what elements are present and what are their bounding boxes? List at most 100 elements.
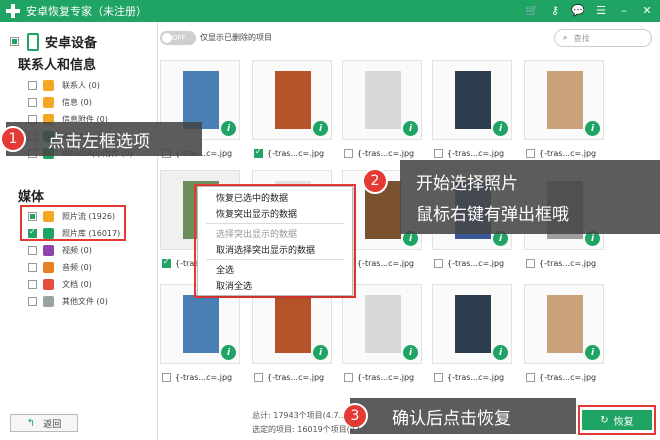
- annotation-step1-number: 1: [0, 126, 26, 152]
- menu-item-restore-selected[interactable]: 恢复已选中的数据: [216, 191, 288, 204]
- photo-card[interactable]: i: [342, 60, 422, 140]
- photo-filename: {-tras...c=.jpg: [447, 373, 505, 382]
- sidebar-item-checkbox[interactable]: [28, 245, 37, 255]
- sidebar-item[interactable]: 联系人 (0): [28, 79, 100, 91]
- info-icon[interactable]: i: [585, 345, 600, 360]
- key-icon[interactable]: ⚷: [548, 3, 562, 17]
- photo-checkbox[interactable]: [344, 149, 353, 158]
- sidebar-item[interactable]: 其他文件 (0): [28, 295, 108, 307]
- sidebar-item-label: 信息 (0): [62, 97, 92, 107]
- device-checkbox[interactable]: [10, 37, 19, 46]
- photo-filename-row[interactable]: {-tras...c=.jpg: [344, 373, 414, 382]
- annotation-step2-line1: 开始选择照片: [416, 174, 518, 194]
- minimize-icon[interactable]: –: [617, 3, 631, 17]
- sidebar-item-checkbox[interactable]: [28, 80, 37, 90]
- photo-checkbox[interactable]: [434, 373, 443, 382]
- photo-filename-row[interactable]: {-tras...c=.jpg: [526, 149, 596, 158]
- restore-button[interactable]: ↻ 恢复: [582, 410, 652, 430]
- search-placeholder: 查找: [573, 33, 590, 43]
- photo-filename-row[interactable]: {-tras...c=.jpg: [162, 373, 232, 382]
- photo-checkbox[interactable]: [162, 373, 171, 382]
- photo-filename-row[interactable]: {-tras...c=.jpg: [254, 373, 324, 382]
- annotation-step3: 确认后点击恢复: [350, 398, 576, 434]
- sidebar-item[interactable]: 视频 (0): [28, 244, 92, 256]
- info-icon[interactable]: i: [313, 345, 328, 360]
- photo-thumbnail: [547, 71, 583, 129]
- photo-checkbox[interactable]: [526, 373, 535, 382]
- cart-icon[interactable]: 🛒: [525, 3, 539, 17]
- sidebar-item-checkbox[interactable]: [28, 279, 37, 289]
- photo-filename-row[interactable]: {-tras...c=.jpg: [344, 149, 414, 158]
- phone-icon: [27, 32, 39, 51]
- info-icon[interactable]: i: [403, 345, 418, 360]
- sidebar-item-checkbox[interactable]: [28, 296, 37, 306]
- sidebar-item-label: 联系人 (0): [62, 80, 100, 90]
- only-deleted-toggle[interactable]: OFF: [160, 31, 196, 45]
- chat-icon[interactable]: 💬: [571, 3, 585, 17]
- back-button[interactable]: ↰ 返回: [10, 414, 78, 432]
- photo-filename-row[interactable]: {-tras...c=.jpg: [434, 149, 504, 158]
- search-input[interactable]: ⌕ 查找: [554, 29, 652, 47]
- other-files-icon: [43, 295, 54, 307]
- photo-filename: {-tras...c=.jpg: [357, 259, 415, 268]
- photo-thumbnail: [275, 295, 311, 353]
- video-icon: [43, 244, 54, 256]
- device-label: 安卓设备: [45, 36, 98, 51]
- photo-card[interactable]: i: [432, 60, 512, 140]
- info-icon[interactable]: i: [403, 121, 418, 136]
- sidebar-item[interactable]: 音频 (0): [28, 261, 92, 273]
- menu-icon[interactable]: ☰: [594, 3, 608, 17]
- info-icon[interactable]: i: [493, 345, 508, 360]
- app-title: 安卓恢复专家（未注册）: [26, 5, 147, 18]
- annotation-step2-line2: 鼠标右键有弹出框哦: [416, 205, 569, 225]
- photo-checkbox[interactable]: [434, 149, 443, 158]
- restore-label: 恢复: [613, 416, 634, 428]
- selected-summary: 选定的项目: 16019个项目(23.7... ): [252, 425, 381, 434]
- sidebar-item-label: 文档 (0): [62, 279, 92, 289]
- menu-separator: [206, 259, 344, 260]
- menu-item-select-all[interactable]: 全选: [216, 263, 234, 276]
- sidebar-item-label: 其他文件 (0): [62, 296, 108, 306]
- photo-thumbnail: [275, 71, 311, 129]
- photo-checkbox[interactable]: [526, 149, 535, 158]
- sidebar-item-checkbox[interactable]: [28, 97, 37, 107]
- photo-filename-row[interactable]: {-tras...c=.jpg: [434, 373, 504, 382]
- close-icon[interactable]: ✕: [640, 3, 654, 17]
- photo-filename-row[interactable]: {-tras...c=.jpg: [434, 259, 504, 268]
- sidebar-item-checkbox[interactable]: [28, 262, 37, 272]
- photo-card[interactable]: i: [252, 60, 332, 140]
- photo-checkbox[interactable]: [254, 373, 263, 382]
- info-icon[interactable]: i: [221, 121, 236, 136]
- photo-filename-row[interactable]: {-tras...c=.jpg: [254, 147, 324, 158]
- menu-item-restore-highlighted[interactable]: 恢复突出显示的数据: [216, 207, 297, 220]
- photo-card[interactable]: i: [524, 284, 604, 364]
- photo-filename-row[interactable]: {-tras...c=.jpg: [526, 373, 596, 382]
- info-icon[interactable]: i: [221, 345, 236, 360]
- info-icon[interactable]: i: [313, 121, 328, 136]
- menu-item-deselect-highlighted[interactable]: 取消选择突出显示的数据: [216, 243, 315, 256]
- photo-thumbnail: [183, 71, 219, 129]
- annotation-step2: 开始选择照片 鼠标右键有弹出框哦: [400, 160, 660, 234]
- sidebar-item-label: 音频 (0): [62, 262, 92, 272]
- photo-checkbox[interactable]: [162, 257, 171, 268]
- photo-checkbox[interactable]: [344, 373, 353, 382]
- device-row[interactable]: 安卓设备: [10, 32, 97, 51]
- menu-item-deselect-all[interactable]: 取消全选: [216, 279, 252, 292]
- sidebar-item[interactable]: 文档 (0): [28, 278, 92, 290]
- photo-thumbnail: [455, 295, 491, 353]
- photo-checkbox[interactable]: [526, 259, 535, 268]
- photo-filename: {-tras...c=.jpg: [357, 373, 415, 382]
- photo-thumbnail: [547, 295, 583, 353]
- info-icon[interactable]: i: [585, 121, 600, 136]
- menu-separator: [206, 223, 344, 224]
- photo-card[interactable]: i: [432, 284, 512, 364]
- sidebar-item[interactable]: 信息 (0): [28, 96, 92, 108]
- menu-item-select-highlighted[interactable]: 选择突出显示的数据: [216, 227, 297, 240]
- photo-checkbox[interactable]: [434, 259, 443, 268]
- photo-filename: {-tras...c=.jpg: [175, 373, 233, 382]
- photo-filename-row[interactable]: {-tras...c=.jpg: [526, 259, 596, 268]
- photo-checkbox[interactable]: [254, 147, 263, 158]
- document-icon: [43, 278, 54, 290]
- info-icon[interactable]: i: [493, 121, 508, 136]
- photo-card[interactable]: i: [524, 60, 604, 140]
